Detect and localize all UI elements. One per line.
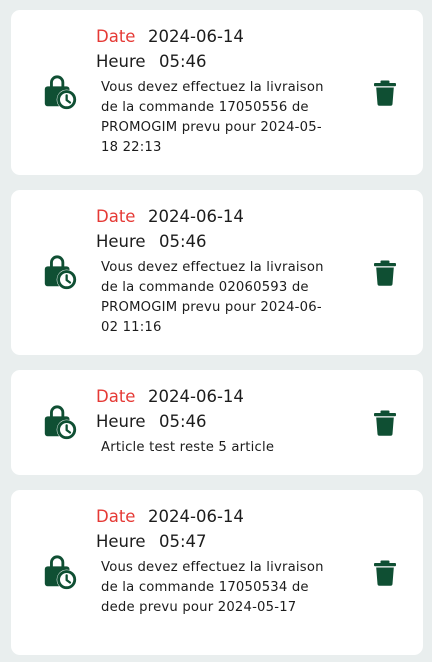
date-label: Date bbox=[96, 27, 136, 46]
date-value: 2024-06-14 bbox=[148, 387, 244, 406]
shopping-bag-clock-icon bbox=[41, 74, 79, 112]
trash-icon[interactable] bbox=[373, 260, 397, 286]
date-value: 2024-06-14 bbox=[148, 507, 244, 526]
date-label: Date bbox=[96, 207, 136, 226]
notification-card[interactable]: Date 2024-06-14 Heure 05:47 Vous devez eff… bbox=[11, 490, 423, 655]
notification-message: Vous devez effectuez la livraison de la … bbox=[101, 260, 324, 335]
date-value: 2024-06-14 bbox=[148, 207, 244, 226]
notification-message: Vous devez effectuez la livraison de la … bbox=[101, 80, 324, 155]
datetime-block: Date 2024-06-14 Heure 05:47 bbox=[96, 504, 244, 554]
time-label: Heure bbox=[96, 232, 146, 251]
notification-message: Vous devez effectuez la livraison de la … bbox=[101, 560, 324, 615]
trash-icon[interactable] bbox=[373, 410, 397, 436]
time-value: 05:46 bbox=[159, 232, 207, 251]
datetime-block: Date 2024-06-14 Heure 05:46 bbox=[96, 24, 244, 74]
shopping-bag-clock-icon bbox=[41, 404, 79, 442]
shopping-bag-clock-icon bbox=[41, 554, 79, 592]
datetime-block: Date 2024-06-14 Heure 05:46 bbox=[96, 204, 244, 254]
time-label: Heure bbox=[96, 532, 146, 551]
datetime-block: Date 2024-06-14 Heure 05:46 bbox=[96, 384, 244, 434]
time-label: Heure bbox=[96, 52, 146, 71]
notification-card[interactable]: Date 2024-06-14 Heure 05:46 Article test r… bbox=[11, 370, 423, 475]
notification-card[interactable]: Date 2024-06-14 Heure 05:46 Vous devez eff… bbox=[11, 10, 423, 175]
date-label: Date bbox=[96, 387, 136, 406]
date-value: 2024-06-14 bbox=[148, 27, 244, 46]
time-value: 05:46 bbox=[159, 412, 207, 431]
time-value: 05:47 bbox=[159, 532, 207, 551]
shopping-bag-clock-icon bbox=[41, 254, 79, 292]
trash-icon[interactable] bbox=[373, 560, 397, 586]
trash-icon[interactable] bbox=[373, 80, 397, 106]
time-label: Heure bbox=[96, 412, 146, 431]
time-value: 05:46 bbox=[159, 52, 207, 71]
notification-message: Article test reste 5 article bbox=[101, 440, 275, 455]
date-label: Date bbox=[96, 507, 136, 526]
notification-card[interactable]: Date 2024-06-14 Heure 05:46 Vous devez eff… bbox=[11, 190, 423, 355]
